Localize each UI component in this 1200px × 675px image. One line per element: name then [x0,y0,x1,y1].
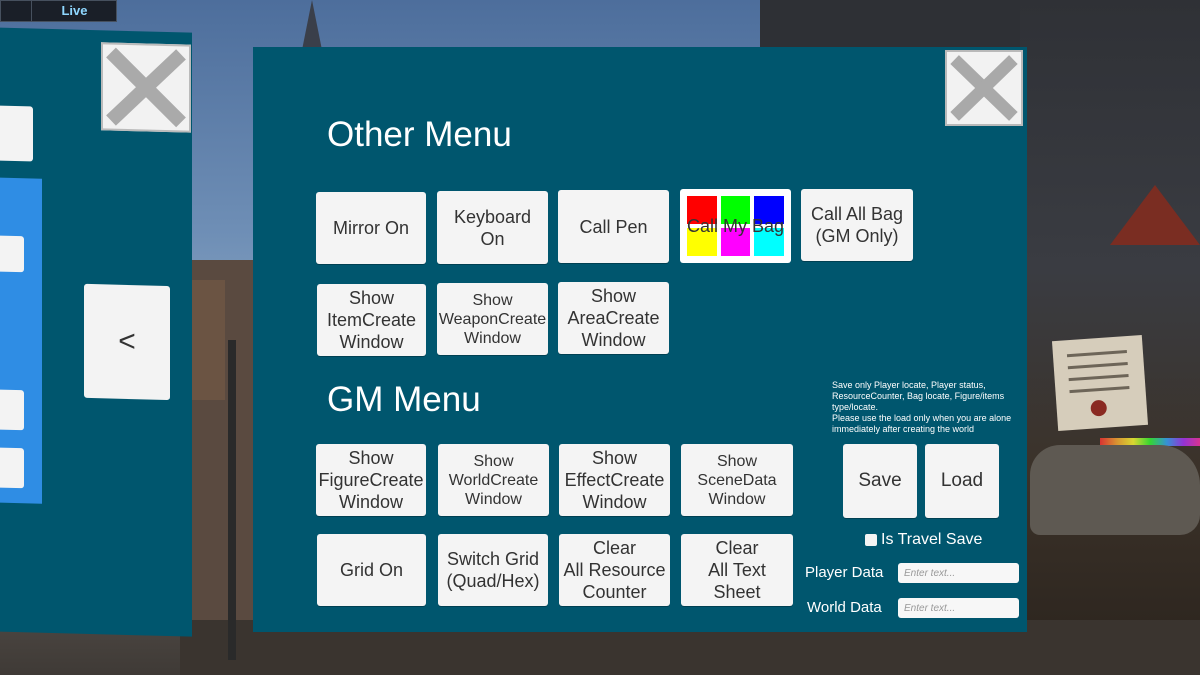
is-travel-save-checkbox[interactable] [865,534,877,546]
gm-menu-title: GM Menu [327,380,481,419]
show-effectcreate-window-button[interactable]: Show EffectCreate Window [559,444,670,516]
mirror-on-button[interactable]: Mirror On [316,192,426,264]
notice-board [1051,334,1149,432]
switch-grid-button[interactable]: Switch Grid (Quad/Hex) [438,534,548,606]
show-itemcreate-window-button[interactable]: Show ItemCreate Window [317,284,426,356]
left-panel-blue-area[interactable] [0,177,42,504]
main-panel: Other Menu Mirror On Keyboard On Call Pe… [253,47,1027,632]
is-travel-save-label: Is Travel Save [881,531,983,548]
show-figurecreate-window-button[interactable]: Show FigureCreate Window [316,444,426,516]
left-panel-button[interactable] [0,389,24,431]
keyboard-on-button[interactable]: Keyboard On [437,191,548,264]
show-weaponcreate-window-button[interactable]: Show WeaponCreate Window [437,283,548,355]
call-all-bag-button[interactable]: Call All Bag (GM Only) [801,189,913,261]
show-areacreate-window-button[interactable]: Show AreaCreate Window [558,282,669,354]
save-note: Save only Player locate, Player status, … [832,380,1012,434]
show-scenedata-window-button[interactable]: Show SceneData Window [681,444,793,516]
rock [1030,445,1200,535]
close-x-icon [106,47,186,128]
close-x-icon [950,55,1018,121]
left-panel-button[interactable] [0,447,24,489]
call-my-bag-label: Call My Bag [686,215,785,236]
clear-all-resource-counter-button[interactable]: Clear All Resource Counter [559,534,670,606]
save-button[interactable]: Save [843,444,917,518]
lamp-post [228,340,236,660]
world-data-label: World Data [807,599,882,616]
left-panel-check-button[interactable] [0,235,24,273]
left-panel-close-button[interactable] [101,42,191,133]
left-panel-button[interactable] [0,105,33,162]
live-label[interactable]: Live [31,1,117,21]
top-bar: Live [0,0,117,22]
left-panel: < [0,27,192,637]
collapse-arrow-button[interactable]: < [84,283,170,401]
grid-on-button[interactable]: Grid On [317,534,426,606]
close-button[interactable] [945,50,1023,126]
call-pen-button[interactable]: Call Pen [558,190,669,263]
call-my-bag-button[interactable]: Call My Bag [680,189,791,263]
load-button[interactable]: Load [925,444,999,518]
world-data-input[interactable] [898,598,1019,618]
clear-all-text-sheet-button[interactable]: Clear All Text Sheet [681,534,793,606]
other-menu-title: Other Menu [327,115,512,154]
is-travel-save-row: Is Travel Save [865,531,982,549]
show-worldcreate-window-button[interactable]: Show WorldCreate Window [438,444,549,516]
player-data-input[interactable] [898,563,1019,583]
player-data-label: Player Data [805,564,884,581]
